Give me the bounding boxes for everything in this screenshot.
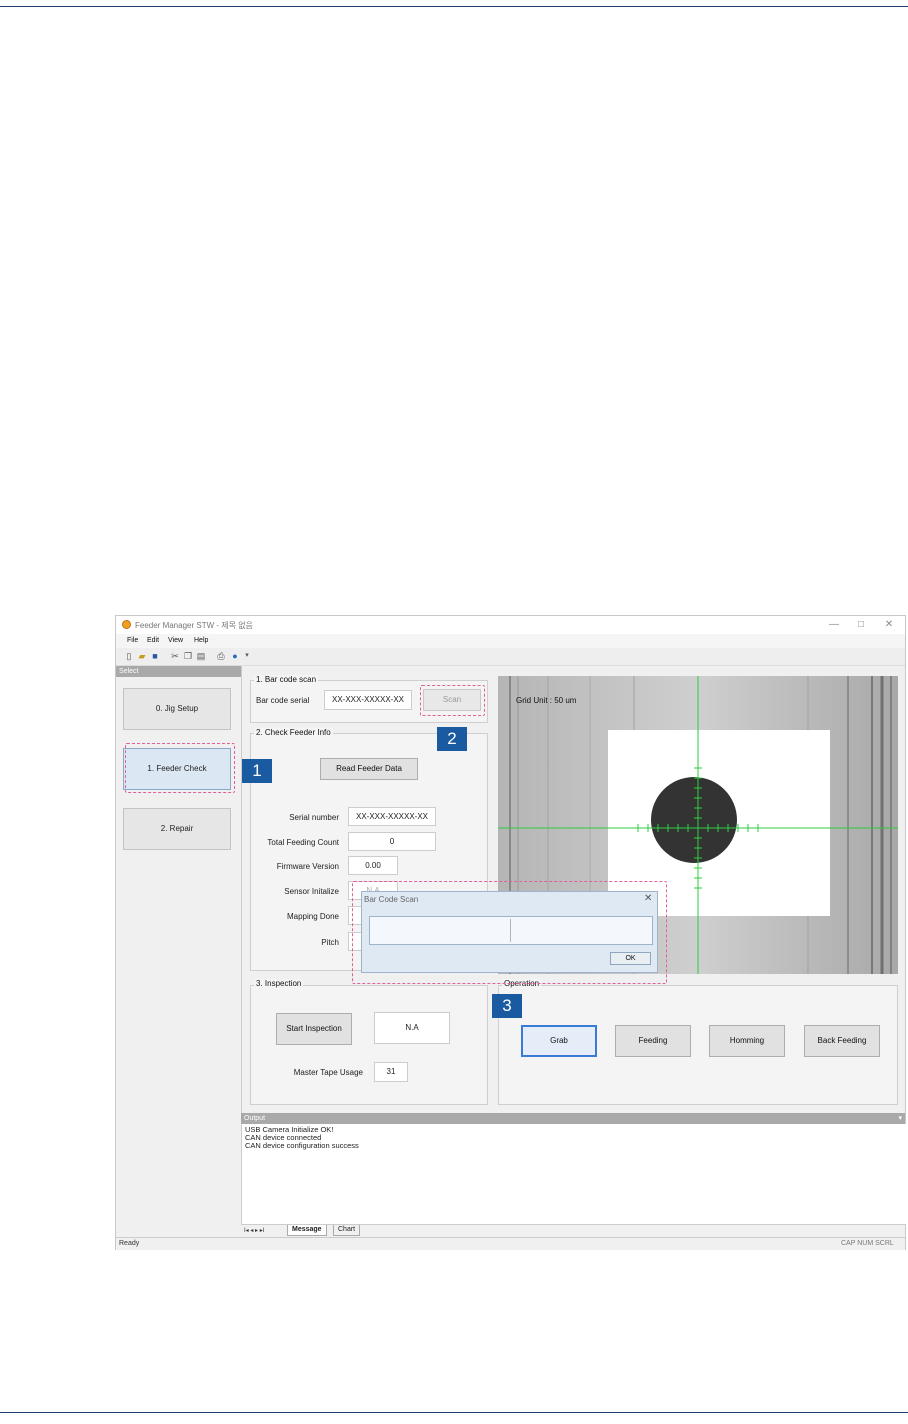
new-file-icon[interactable]: ▯ (124, 651, 134, 661)
save-icon[interactable]: ■ (150, 651, 160, 661)
open-folder-icon[interactable]: ▰ (137, 651, 147, 661)
status-text: Ready (119, 1240, 140, 1247)
output-log[interactable]: USB Camera Initialize OK! CAN device con… (241, 1124, 906, 1224)
master-tape-usage-field[interactable]: 31 (374, 1062, 408, 1082)
log-line: CAN device configuration success (245, 1141, 359, 1150)
feeder-info-title: 2. Check Feeder Info (254, 728, 333, 737)
firmware-version-label: Firmware Version (276, 862, 339, 871)
status-indicators: CAP NUM SCRL (841, 1240, 894, 1247)
firmware-version-field[interactable]: 0.00 (348, 856, 398, 875)
menu-edit[interactable]: Edit (147, 637, 159, 644)
pitch-label: Pitch (321, 938, 339, 947)
output-panel-header: Output ▾ (241, 1113, 905, 1124)
menu-view[interactable]: View (168, 637, 183, 644)
back-feeding-button[interactable]: Back Feeding (804, 1025, 880, 1057)
close-button[interactable]: ✕ (878, 618, 900, 632)
feeder-check-highlight (125, 743, 235, 793)
toolbar: ▯ ▰ ■ ✂ ❐ ▤ ⎙ ● ▾ (116, 648, 905, 666)
callout-1: 1 (242, 759, 272, 783)
window-title: Feeder Manager STW - 제목 없음 (135, 621, 253, 630)
total-feeding-count-field[interactable]: 0 (348, 832, 436, 851)
maximize-button[interactable]: □ (850, 618, 872, 632)
cut-icon[interactable]: ✂ (170, 651, 180, 661)
barcode-serial-field[interactable]: XX-XXX-XXXXX-XX (324, 690, 412, 710)
master-tape-usage-label: Master Tape Usage (293, 1068, 363, 1077)
tab-message[interactable]: Message (287, 1225, 327, 1236)
help-icon[interactable]: ● (230, 651, 240, 661)
inspection-group (250, 985, 488, 1105)
title-bar: Feeder Manager STW - 제목 없음 — □ ✕ (116, 616, 905, 634)
mapping-done-label: Mapping Done (286, 912, 339, 921)
grab-button[interactable]: Grab (521, 1025, 597, 1057)
toolbar-overflow-icon[interactable]: ▾ (242, 651, 252, 661)
menu-bar: File Edit View Help (116, 634, 905, 648)
minimize-button[interactable]: — (823, 618, 845, 632)
tab-chart[interactable]: Chart (333, 1225, 361, 1236)
bottom-rule (0, 1412, 908, 1413)
menu-help[interactable]: Help (194, 637, 208, 644)
read-feeder-data-button[interactable]: Read Feeder Data (320, 758, 418, 780)
serial-number-label: Serial number (289, 813, 339, 822)
grid-unit-label: Grid Unit : 50 um (516, 696, 577, 705)
inspection-result-field: N.A (374, 1012, 450, 1044)
start-inspection-button[interactable]: Start Inspection (276, 1013, 352, 1045)
sensor-initialize-label: Sensor Initalize (284, 887, 339, 896)
feeding-button[interactable]: Feeding (615, 1025, 691, 1057)
total-feeding-count-label: Total Feeding Count (267, 838, 339, 847)
barcode-serial-label: Bar code serial (256, 696, 310, 705)
copy-icon[interactable]: ❐ (183, 651, 193, 661)
output-dropdown-icon[interactable]: ▾ (898, 1113, 902, 1124)
print-icon[interactable]: ⎙ (216, 651, 226, 661)
paste-icon[interactable]: ▤ (196, 651, 206, 661)
app-logo-icon (122, 620, 131, 629)
select-panel-header: Select (116, 666, 241, 677)
barcode-scan-title: 1. Bar code scan (254, 675, 319, 684)
scan-button-highlight (420, 685, 485, 716)
top-rule (0, 6, 908, 7)
app-window: Feeder Manager STW - 제목 없음 — □ ✕ File Ed… (115, 615, 906, 1250)
repair-button[interactable]: 2. Repair (123, 808, 231, 850)
output-tabs: I◂ ◂ ▸ ▸I Message Chart (241, 1224, 905, 1237)
menu-file[interactable]: File (127, 637, 138, 644)
dialog-highlight (352, 881, 667, 984)
tab-nav-arrows[interactable]: I◂ ◂ ▸ ▸I (244, 1227, 264, 1234)
callout-2: 2 (437, 727, 467, 751)
serial-number-field[interactable]: XX-XXX-XXXXX-XX (348, 807, 436, 826)
inspection-title: 3. Inspection (254, 979, 304, 988)
status-bar: Ready CAP NUM SCRL (116, 1237, 905, 1250)
homming-button[interactable]: Homming (709, 1025, 785, 1057)
callout-3: 3 (492, 994, 522, 1018)
jig-setup-button[interactable]: 0. Jig Setup (123, 688, 231, 730)
output-header-label: Output (244, 1115, 266, 1122)
